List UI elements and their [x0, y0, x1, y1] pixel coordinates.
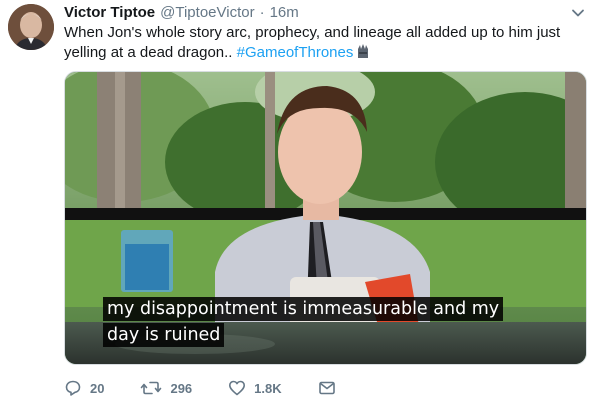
reply-count: 20 [90, 380, 105, 396]
avatar-image [8, 4, 54, 50]
tweet-header: Victor Tiptoe @TiptoeVictor · 16m [64, 2, 560, 22]
header-separator: · [259, 3, 265, 21]
timestamp[interactable]: 16m [270, 4, 299, 21]
like-button[interactable]: 1.8K [228, 379, 282, 397]
tweet-text: When Jon's whole story arc, prophecy, an… [64, 23, 584, 63]
reply-icon [65, 380, 81, 396]
media-video[interactable]: my disappointment is immeasurable and my… [64, 71, 587, 365]
avatar[interactable] [8, 4, 54, 50]
envelope-icon [318, 381, 335, 395]
like-count: 1.8K [254, 380, 282, 396]
hashtag-link[interactable]: #GameofThrones [237, 44, 354, 61]
retweet-count: 296 [170, 380, 193, 396]
iron-throne-icon [358, 44, 369, 58]
chevron-down-icon[interactable] [570, 5, 586, 21]
direct-message-button[interactable] [318, 379, 336, 397]
reply-button[interactable]: 20 [64, 379, 104, 397]
retweet-icon [141, 381, 162, 395]
author-handle[interactable]: @TiptoeVictor [160, 4, 254, 21]
video-frame [65, 72, 586, 364]
subtitle-line-2: day is ruined [103, 323, 225, 347]
retweet-button[interactable]: 296 [140, 379, 192, 397]
subtitle-line-1: my disappointment is immeasurable and my [103, 297, 504, 321]
author-name[interactable]: Victor Tiptoe [64, 4, 155, 21]
tweet-actions: 20 296 1.8K [64, 377, 372, 399]
heart-icon [229, 380, 246, 396]
